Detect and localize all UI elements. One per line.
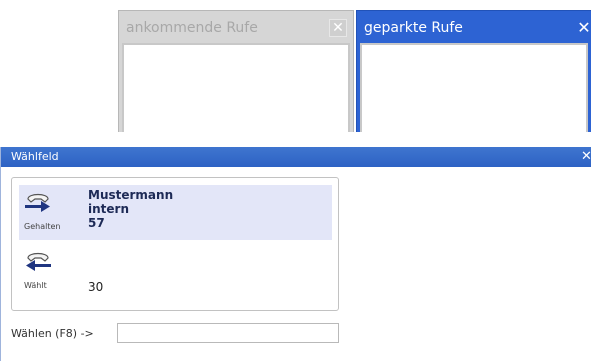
dial-window-title: Wählfeld	[11, 150, 59, 163]
call-state-label: Wählt	[24, 281, 47, 290]
dialing-call-icon	[26, 252, 51, 271]
dialed-number: 30	[88, 280, 104, 294]
caller-type: intern	[88, 202, 129, 216]
call-list: Gehalten Mustermann intern 57 Wählt 30	[11, 177, 339, 311]
call-entry-held[interactable]: Gehalten Mustermann intern 57	[19, 185, 332, 240]
dial-input[interactable]	[117, 323, 339, 343]
parked-calls-header: geparkte Rufe ✕	[357, 11, 591, 43]
parked-calls-panel: geparkte Rufe ✕	[356, 10, 591, 132]
incoming-calls-title: ankommende Rufe	[126, 20, 258, 36]
dial-window-titlebar: Wählfeld ✕	[1, 147, 591, 167]
caller-name: Mustermann	[88, 188, 174, 202]
dial-window: Wählfeld ✕ Gehalten Mustermann intern 57…	[0, 147, 591, 361]
incoming-calls-header: ankommende Rufe ✕	[119, 11, 353, 43]
incoming-calls-close-icon[interactable]: ✕	[329, 19, 347, 37]
parked-calls-close-icon[interactable]: ✕	[575, 18, 591, 37]
dial-input-label: Wählen (F8) ->	[11, 327, 94, 340]
call-state-label: Gehalten	[24, 222, 61, 231]
dial-window-close-icon[interactable]: ✕	[581, 147, 591, 167]
call-entry-dialing[interactable]: Wählt 30	[19, 244, 332, 299]
held-call-icon	[25, 193, 50, 212]
incoming-calls-panel: ankommende Rufe ✕	[118, 10, 354, 132]
incoming-calls-list	[122, 43, 350, 132]
parked-calls-title: geparkte Rufe	[364, 20, 463, 36]
parked-calls-list	[360, 43, 588, 132]
caller-number: 57	[88, 216, 105, 230]
